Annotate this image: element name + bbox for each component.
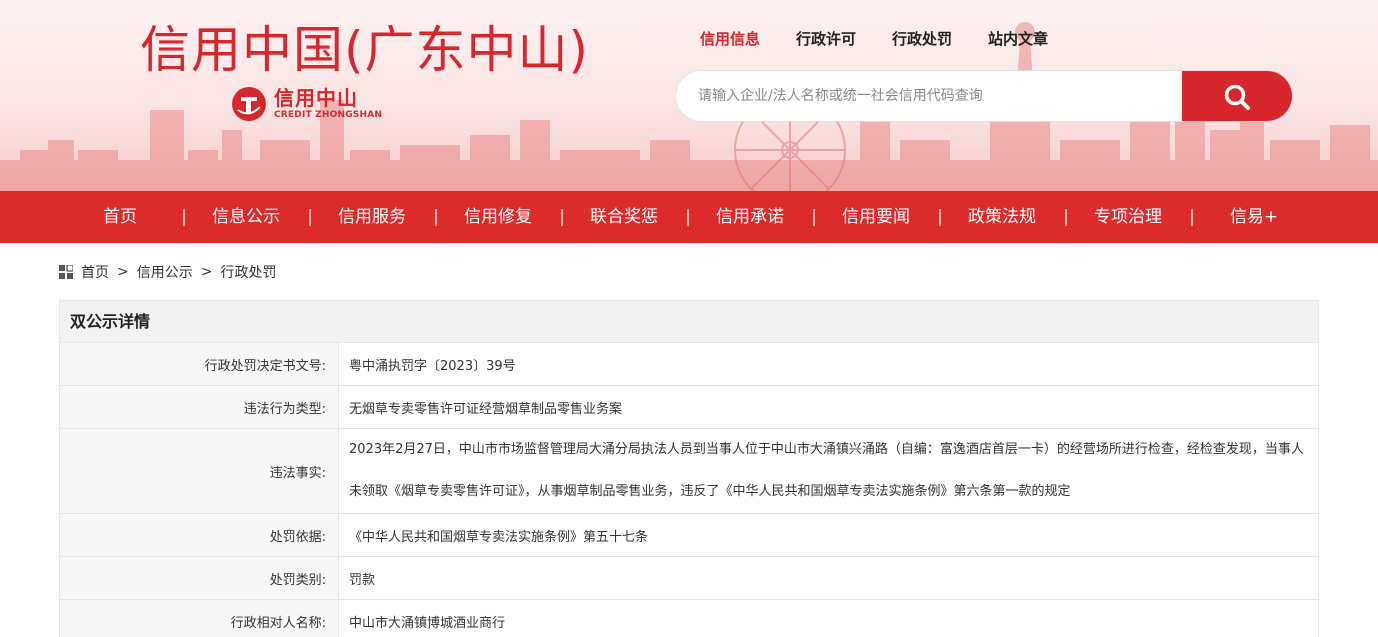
search-button[interactable] [1182,71,1292,121]
detail-row-counterparty-name: 行政相对人名称: 中山市大涌镇博城酒业商行 [60,600,1318,637]
breadcrumb-home[interactable]: 首页 [81,262,109,282]
logo-english-text: CREDIT ZHONGSHAN [274,110,383,120]
row-value: 粤中涌执罚字〔2023〕39号 [349,358,516,374]
nav-item-credit-news[interactable]: 信用要闻 [813,191,939,243]
row-label: 违法事实: [60,429,339,513]
breadcrumb-separator: > [200,264,213,280]
nav-item-joint-reward-punish[interactable]: 联合奖惩 [561,191,687,243]
breadcrumb-credit-disclosure[interactable]: 信用公示 [137,262,193,282]
top-link-admin-license[interactable]: 行政许可 [796,28,856,49]
detail-row-penalty-basis: 处罚依据: 《中华人民共和国烟草专卖法实施条例》第五十七条 [60,514,1318,557]
nav-item-credit-commitment[interactable]: 信用承诺 [687,191,813,243]
logo-mark-icon [232,87,266,121]
detail-row-violation-facts: 违法事实: 2023年2月27日，中山市市场监督管理局大涌分局执法人员到当事人位… [60,429,1318,514]
nav-item-credit-service[interactable]: 信用服务 [309,191,435,243]
breadcrumb-admin-penalty[interactable]: 行政处罚 [220,262,276,282]
header-banner: 信用中国(广东中山) 信用中山 CREDIT ZHONGSHAN 信用信息 行政… [0,0,1378,191]
nav-item-info-disclosure[interactable]: 信息公示 [183,191,309,243]
top-links: 信用信息 行政许可 行政处罚 站内文章 [700,28,1084,85]
detail-title: 双公示详情 [60,301,1318,343]
site-title: 信用中国(广东中山) [140,21,590,79]
search-bar [675,70,1293,122]
nav-item-credit-repair[interactable]: 信用修复 [435,191,561,243]
nav-item-home[interactable]: 首页 [57,191,183,243]
logo-chinese-text: 信用中山 [274,86,358,110]
detail-panel: 双公示详情 行政处罚决定书文号: 粤中涌执罚字〔2023〕39号 违法行为类型:… [59,300,1319,637]
nav-item-policy-law[interactable]: 政策法规 [939,191,1065,243]
grid-icon [59,265,73,279]
breadcrumb-separator: > [117,264,129,280]
row-value: 中山市大涌镇博城酒业商行 [349,615,506,631]
detail-row-decision-number: 行政处罚决定书文号: 粤中涌执罚字〔2023〕39号 [60,343,1318,386]
row-label: 违法行为类型: [60,386,339,428]
top-link-site-articles[interactable]: 站内文章 [988,28,1048,49]
row-value: 罚款 [349,572,376,588]
row-value: 《中华人民共和国烟草专卖法实施条例》第五十七条 [349,529,649,545]
top-link-admin-penalty[interactable]: 行政处罚 [892,28,952,49]
row-label: 行政相对人名称: [60,600,339,637]
detail-row-violation-type: 违法行为类型: 无烟草专卖零售许可证经营烟草制品零售业务案 [60,386,1318,429]
search-input[interactable] [676,71,1182,121]
nav-item-xinyi-plus[interactable]: 信易+ [1191,191,1317,243]
top-link-credit-info[interactable]: 信用信息 [700,28,760,85]
row-value: 2023年2月27日，中山市市场监督管理局大涌分局执法人员到当事人位于中山市大涌… [349,442,1304,499]
detail-row-penalty-category: 处罚类别: 罚款 [60,557,1318,600]
row-value: 无烟草专卖零售许可证经营烟草制品零售业务案 [349,401,623,417]
row-label: 行政处罚决定书文号: [60,343,339,385]
main-nav: 首页 信息公示 信用服务 信用修复 联合奖惩 信用承诺 信用要闻 政策法规 专项… [0,191,1378,243]
row-label: 处罚依据: [60,514,339,556]
row-label: 处罚类别: [60,557,339,599]
breadcrumb: 首页 > 信用公示 > 行政处罚 [59,262,276,282]
nav-item-special-governance[interactable]: 专项治理 [1065,191,1191,243]
search-icon [1224,84,1250,110]
credit-zhongshan-logo[interactable]: 信用中山 CREDIT ZHONGSHAN [230,84,382,124]
